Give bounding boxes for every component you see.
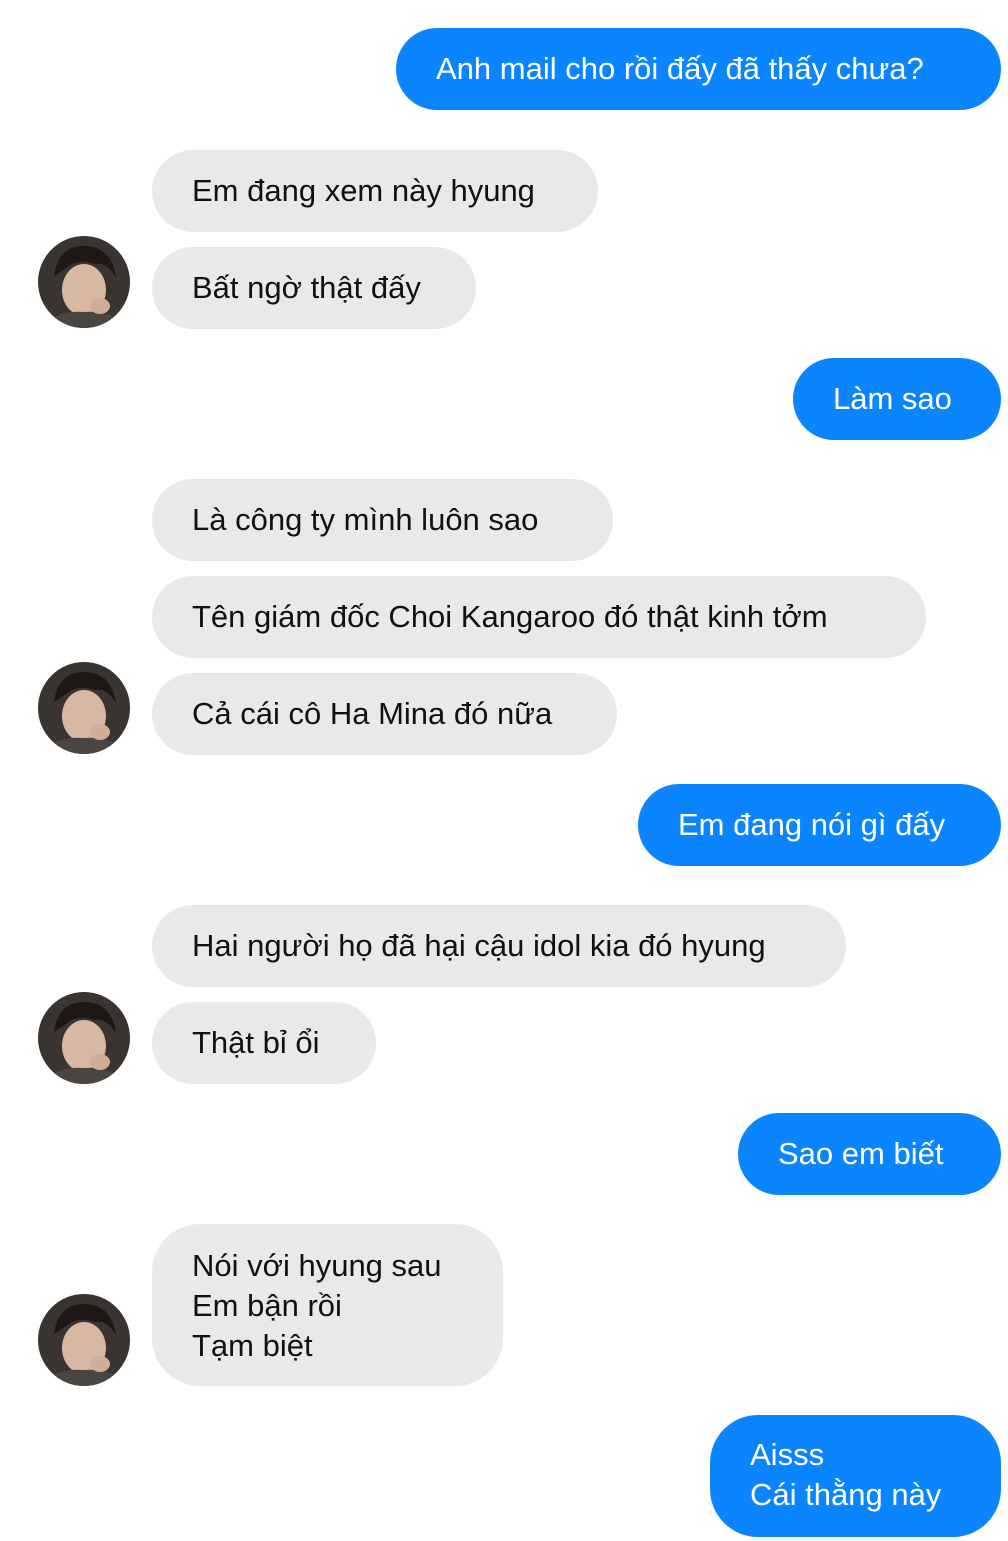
contact-avatar[interactable] [38, 662, 130, 754]
contact-avatar-photo [38, 992, 130, 1084]
incoming-message-bubble[interactable]: Cả cái cô Ha Mina đó nữa [152, 673, 617, 755]
incoming-message-bubble[interactable]: Tên giám đốc Choi Kangaroo đó thật kinh … [152, 576, 926, 658]
incoming-message-bubble[interactable]: Thật bỉ ổi [152, 1002, 376, 1084]
contact-avatar[interactable] [38, 992, 130, 1084]
message-text: Hai người họ đã hại cậu idol kia đó hyun… [192, 928, 766, 963]
contact-avatar-photo [38, 236, 130, 328]
outgoing-message-bubble[interactable]: Em đang nói gì đấy [638, 784, 1001, 866]
message-text: Bất ngờ thật đấy [192, 270, 421, 305]
incoming-message-bubble[interactable]: Hai người họ đã hại cậu idol kia đó hyun… [152, 905, 846, 987]
message-text: Tên giám đốc Choi Kangaroo đó thật kinh … [192, 599, 828, 634]
message-line: Em bận rồi [192, 1288, 342, 1323]
outgoing-message-bubble[interactable]: Làm sao [793, 358, 1001, 440]
incoming-message-bubble[interactable]: Bất ngờ thật đấy [152, 247, 476, 329]
message-text: Làm sao [833, 381, 952, 416]
contact-avatar[interactable] [38, 236, 130, 328]
contact-avatar-photo [38, 662, 130, 754]
incoming-message-bubble[interactable]: Là công ty mình luôn sao [152, 479, 613, 561]
incoming-message-bubble[interactable]: Nói với hyung sau Em bận rồi Tạm biệt [152, 1224, 503, 1386]
message-line: Aisss [750, 1437, 825, 1472]
contact-avatar[interactable] [38, 1294, 130, 1386]
message-line: Nói với hyung sau [192, 1248, 442, 1283]
message-text: Sao em biết [778, 1136, 944, 1171]
incoming-message-bubble[interactable]: Em đang xem này hyung [152, 150, 598, 232]
contact-avatar-photo [38, 1294, 130, 1386]
message-text: Là công ty mình luôn sao [192, 502, 539, 537]
outgoing-message-bubble[interactable]: Sao em biết [738, 1113, 1001, 1195]
message-text: Anh mail cho rồi đấy đã thấy chưa? [436, 51, 924, 86]
message-text: Em đang nói gì đấy [678, 807, 946, 842]
outgoing-message-bubble[interactable]: Aisss Cái thằng này [710, 1415, 1001, 1537]
message-text: Em đang xem này hyung [192, 173, 535, 208]
message-line: Cái thằng này [750, 1477, 942, 1512]
outgoing-message-bubble[interactable]: Anh mail cho rồi đấy đã thấy chưa? [396, 28, 1001, 110]
message-text: Cả cái cô Ha Mina đó nữa [192, 696, 553, 731]
chat-screen: { "messages": [ {"sender": "me", "text":… [0, 0, 1008, 1541]
message-text: Thật bỉ ổi [192, 1025, 320, 1060]
message-line: Tạm biệt [192, 1328, 313, 1363]
